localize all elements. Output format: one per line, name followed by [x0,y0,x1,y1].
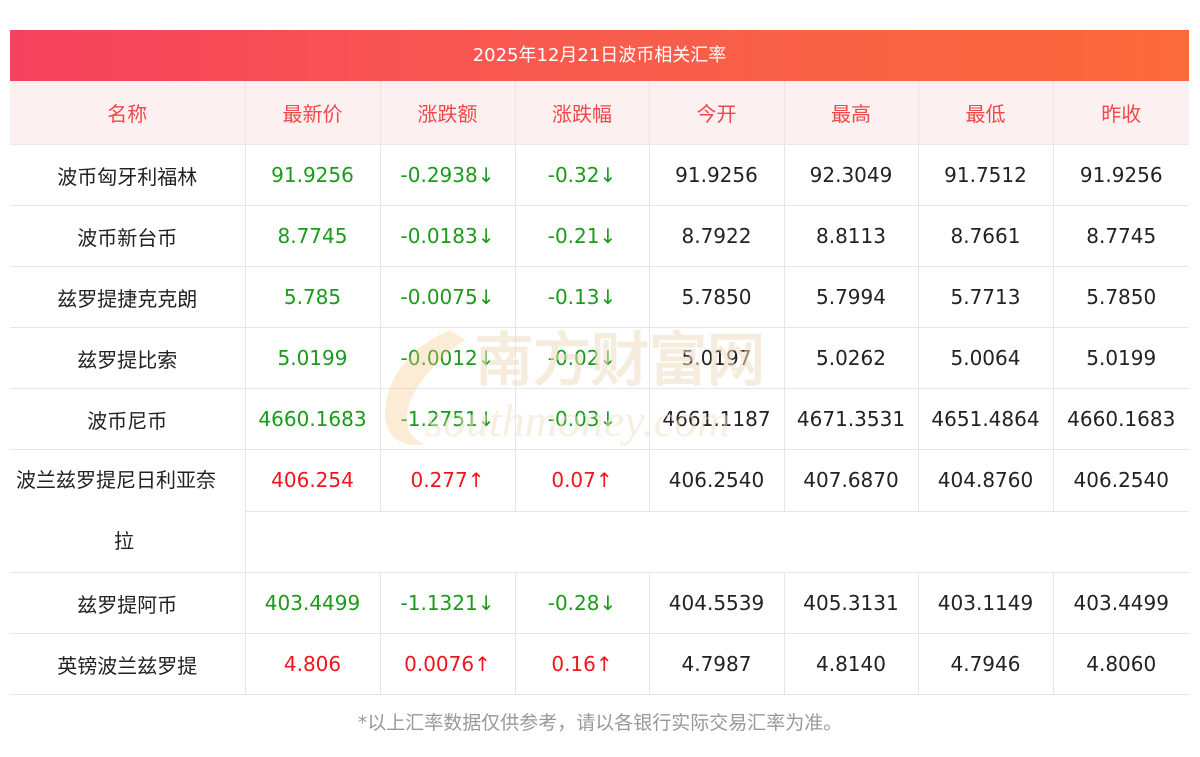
latest-price: 4.806 [244,633,380,695]
currency-pair-name: 波币匈牙利福林 [10,144,245,206]
change-amount: -0.0012↓ [379,327,515,389]
header-name: 名称 [10,81,245,145]
change-percent: -0.13↓ [514,266,649,328]
rate-table: 名称 最新价 涨跌额 涨跌幅 今开 最高 最低 昨收 波币匈牙利福林 91.92… [10,81,1189,695]
open-price: 406.2540 [648,449,784,512]
low-price: 8.7661 [917,205,1053,267]
low-price: 4.7946 [917,633,1053,695]
header-latest: 最新价 [244,81,380,145]
header-low: 最低 [917,81,1053,145]
latest-price: 403.4499 [244,572,380,634]
table-row: 兹罗提捷克克朗 5.785 -0.0075↓ -0.13↓ 5.7850 5.7… [10,266,1189,328]
currency-pair-name: 波币尼币 [10,388,245,450]
table-row: 兹罗提比索 5.0199 -0.0012↓ -0.02↓ 5.0197 5.02… [10,327,1189,389]
low-price: 5.7713 [917,266,1053,328]
change-amount: -1.1321↓ [379,572,515,634]
low-price: 5.0064 [917,327,1053,389]
high-price: 8.8113 [783,205,918,267]
prev-close: 91.9256 [1052,144,1189,206]
empty-cell [244,511,1189,573]
currency-pair-name: 兹罗提阿币 [10,572,245,634]
latest-price: 4660.1683 [244,388,380,450]
change-amount: -0.0183↓ [379,205,515,267]
change-percent: -0.02↓ [514,327,649,389]
high-price: 407.6870 [783,449,918,512]
prev-close: 5.0199 [1052,327,1189,389]
latest-price: 5.785 [244,266,380,328]
latest-price: 8.7745 [244,205,380,267]
disclaimer-footnote: *以上汇率数据仅供参考，请以各银行实际交易汇率为准。 [357,712,843,734]
table-row: 波币新台币 8.7745 -0.0183↓ -0.21↓ 8.7922 8.81… [10,205,1189,267]
table-title: 2025年12月21日波币相关汇率 [10,30,1189,81]
change-percent: -0.32↓ [514,144,649,206]
change-amount: 0.0076↑ [379,633,515,695]
change-amount: -1.2751↓ [379,388,515,450]
header-prev-close: 昨收 [1052,81,1189,145]
table-row: 波兰兹罗提尼日利亚奈 拉 406.254 0.277↑ 0.07↑ 406.25… [10,449,1189,573]
prev-close: 406.2540 [1052,449,1189,512]
prev-close: 8.7745 [1052,205,1189,267]
high-price: 92.3049 [783,144,918,206]
open-price: 404.5539 [648,572,784,634]
change-percent: 0.07↑ [514,449,649,512]
table-row: 波币匈牙利福林 91.9256 -0.2938↓ -0.32↓ 91.9256 … [10,144,1189,206]
table-row: 兹罗提阿币 403.4499 -1.1321↓ -0.28↓ 404.5539 … [10,572,1189,634]
currency-pair-name: 波兰兹罗提尼日利亚奈 拉 [10,449,245,573]
rate-table-card: 2025年12月21日波币相关汇率 名称 最新价 涨跌额 涨跌幅 今开 最高 最… [10,30,1189,695]
header-change: 涨跌额 [379,81,515,145]
change-percent: -0.28↓ [514,572,649,634]
open-price: 4.7987 [648,633,784,695]
currency-pair-name: 兹罗提比索 [10,327,245,389]
high-price: 5.7994 [783,266,918,328]
low-price: 91.7512 [917,144,1053,206]
prev-close: 4.8060 [1052,633,1189,695]
prev-close: 4660.1683 [1052,388,1189,450]
currency-pair-name: 英镑波兰兹罗提 [10,633,245,695]
change-amount: -0.0075↓ [379,266,515,328]
open-price: 8.7922 [648,205,784,267]
open-price: 4661.1187 [648,388,784,450]
header-open: 今开 [648,81,784,145]
header-change-pct: 涨跌幅 [514,81,649,145]
low-price: 4651.4864 [917,388,1053,450]
high-price: 4671.3531 [783,388,918,450]
change-percent: -0.21↓ [514,205,649,267]
high-price: 405.3131 [783,572,918,634]
latest-price: 5.0199 [244,327,380,389]
change-percent: 0.16↑ [514,633,649,695]
change-amount: 0.277↑ [379,449,515,512]
currency-pair-name: 波币新台币 [10,205,245,267]
high-price: 4.8140 [783,633,918,695]
table-row: 英镑波兰兹罗提 4.806 0.0076↑ 0.16↑ 4.7987 4.814… [10,633,1189,695]
currency-pair-name: 兹罗提捷克克朗 [10,266,245,328]
currency-pair-name-line2: 拉 [114,529,134,553]
prev-close: 403.4499 [1052,572,1189,634]
low-price: 404.8760 [917,449,1053,512]
low-price: 403.1149 [917,572,1053,634]
high-price: 5.0262 [783,327,918,389]
open-price: 5.7850 [648,266,784,328]
currency-pair-name-line1: 波兰兹罗提尼日利亚奈 [16,468,216,492]
change-amount: -0.2938↓ [379,144,515,206]
change-percent: -0.03↓ [514,388,649,450]
open-price: 5.0197 [648,327,784,389]
latest-price: 91.9256 [244,144,380,206]
latest-price: 406.254 [244,449,380,512]
header-high: 最高 [783,81,918,145]
prev-close: 5.7850 [1052,266,1189,328]
table-header-row: 名称 最新价 涨跌额 涨跌幅 今开 最高 最低 昨收 [10,81,1189,145]
table-row: 波币尼币 4660.1683 -1.2751↓ -0.03↓ 4661.1187… [10,388,1189,450]
open-price: 91.9256 [648,144,784,206]
